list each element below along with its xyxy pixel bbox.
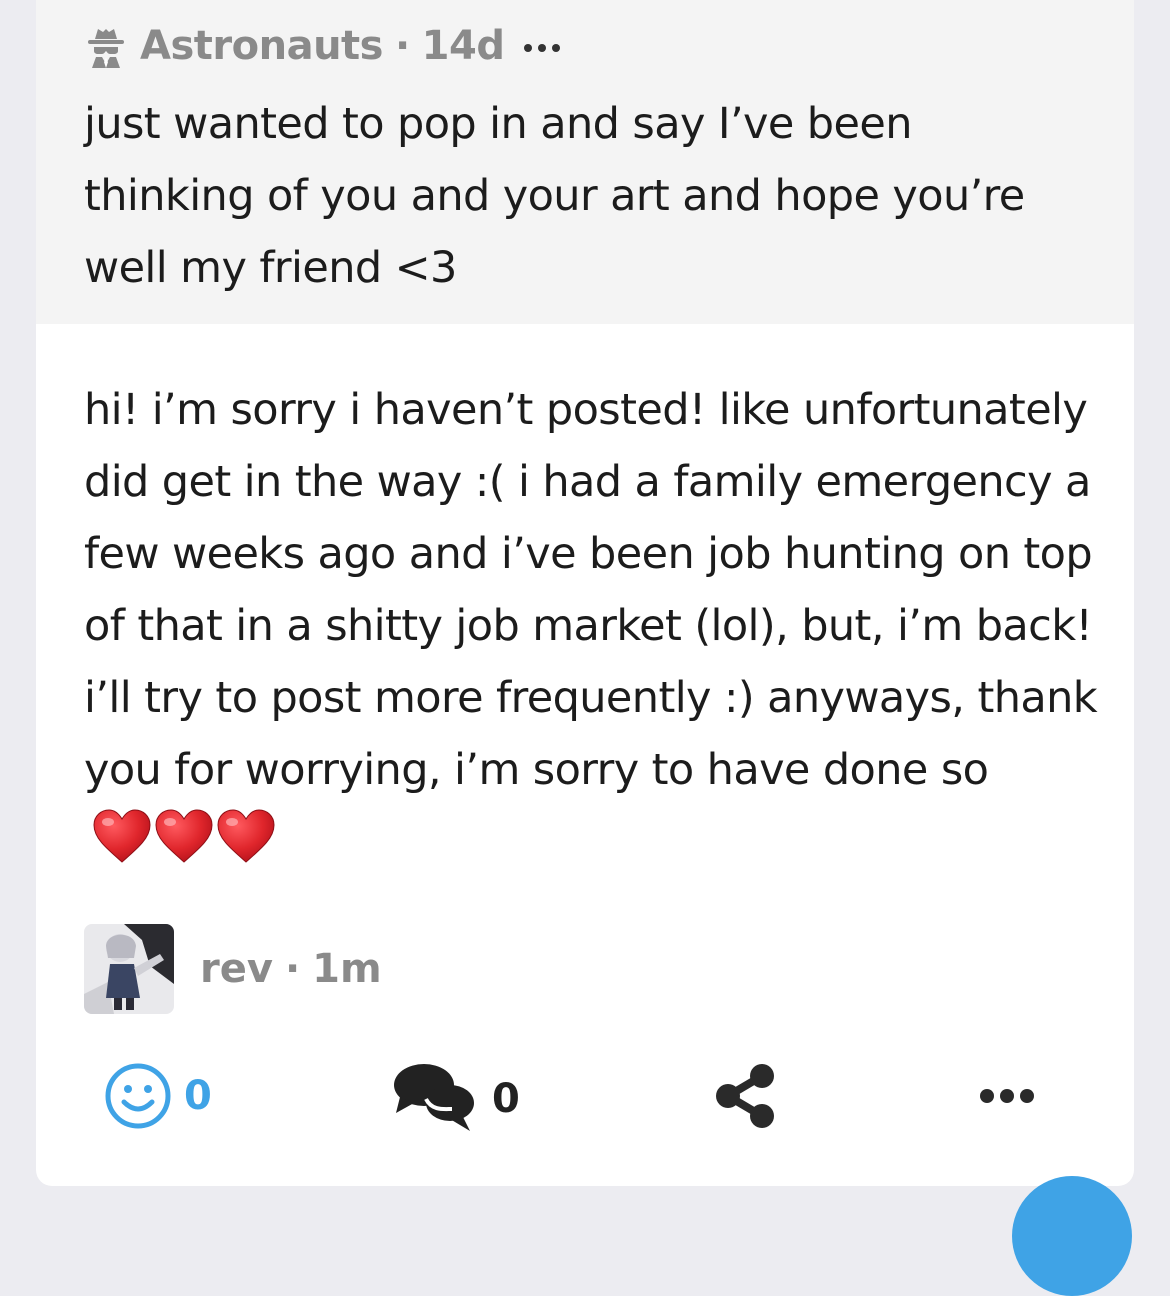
react-button[interactable]: 0 [104, 1056, 212, 1136]
reactions-count: 0 [184, 1073, 212, 1119]
anonymous-spy-icon [84, 24, 128, 68]
comments-icon [394, 1064, 474, 1131]
ask-section: Astronauts · 14d just wanted to pop in a… [36, 0, 1134, 324]
answerer-row: rev · 1m [84, 924, 382, 1014]
more-options-icon [980, 1089, 1034, 1103]
action-bar: 0 0 [36, 1056, 1134, 1136]
ask-message: just wanted to pop in and say I’ve been … [84, 99, 1025, 293]
share-icon [716, 1064, 774, 1128]
comment-button[interactable]: 0 [392, 1056, 520, 1136]
separator-dot: · [394, 23, 410, 69]
ask-timestamp: 14d [421, 23, 505, 69]
answerer-name[interactable]: rev [200, 946, 273, 992]
ask-header: Astronauts · 14d [84, 18, 561, 74]
separator-dot: · [284, 946, 301, 992]
post-card: Astronauts · 14d just wanted to pop in a… [36, 0, 1134, 1186]
red-heart-icon [217, 809, 275, 863]
smiley-icon [105, 1063, 171, 1129]
comments-count: 0 [492, 1076, 520, 1122]
asker-name[interactable]: Astronauts [140, 23, 383, 69]
more-options-button[interactable] [980, 1056, 1034, 1136]
share-button[interactable] [712, 1056, 780, 1136]
red-heart-icon [155, 809, 213, 863]
red-heart-icon [93, 809, 151, 863]
floating-action-button[interactable] [1012, 1176, 1132, 1296]
answer-timestamp: 1m [312, 946, 382, 992]
answer-message: hi! i’m sorry i haven’t posted! like unf… [84, 385, 1098, 795]
answer-body: hi! i’m sorry i haven’t posted! like unf… [84, 374, 1104, 878]
ask-more-icon[interactable] [524, 40, 561, 52]
avatar[interactable] [84, 924, 174, 1014]
hearts-emoji [92, 808, 276, 864]
